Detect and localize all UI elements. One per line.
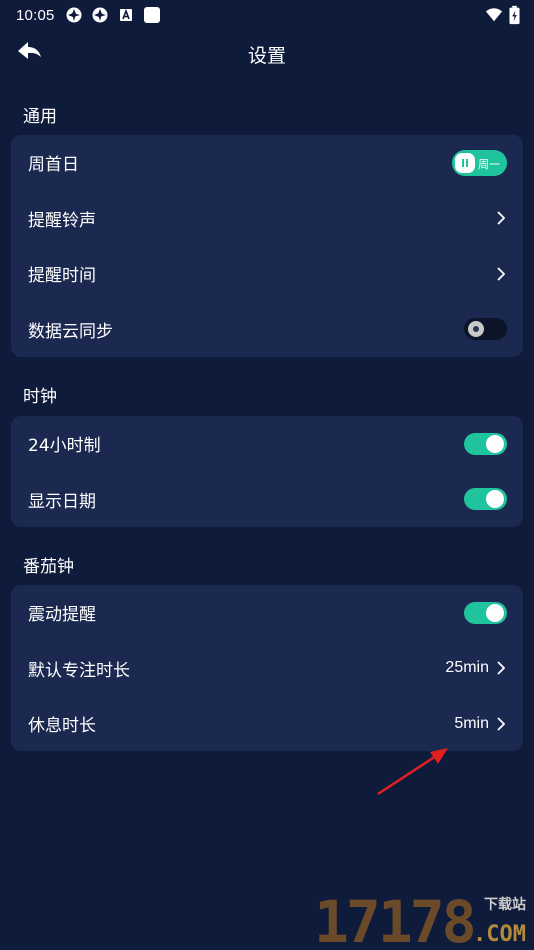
general-settings-card: 周首日 周一 提醒铃声 提醒时间 数据云同步 xyxy=(11,135,523,357)
setting-row-cloud-sync[interactable]: 数据云同步 xyxy=(11,302,523,358)
section-title-clock: 时钟 xyxy=(23,387,57,407)
setting-row-focus-duration[interactable]: 默认专注时长 25min xyxy=(11,641,523,697)
24-hour-toggle[interactable] xyxy=(464,432,507,455)
watermark-digits: 17178 xyxy=(314,888,477,950)
watermark: 17178 下载站 .COM xyxy=(310,886,534,950)
setting-label: 提醒铃声 xyxy=(28,210,96,231)
toggle-knob xyxy=(486,434,504,453)
pomodoro-settings-card: 震动提醒 默认专注时长 25min 休息时长 5min xyxy=(11,585,523,751)
week-start-toggle[interactable]: 周一 xyxy=(452,149,507,176)
setting-row-24-hour[interactable]: 24小时制 xyxy=(11,416,523,472)
setting-row-reminder-time[interactable]: 提醒时间 xyxy=(11,246,523,302)
chevron-right-icon xyxy=(497,661,506,675)
status-notification-icons xyxy=(65,6,161,24)
toggle-knob xyxy=(455,152,475,173)
chevron-right-icon xyxy=(497,267,506,281)
setting-label: 休息时长 xyxy=(28,716,96,737)
cloud-sync-toggle[interactable] xyxy=(464,318,507,341)
setting-label: 震动提醒 xyxy=(28,605,96,626)
setting-row-week-start[interactable]: 周首日 周一 xyxy=(11,135,523,191)
header: 设置 xyxy=(0,30,534,76)
app-icon xyxy=(92,7,108,23)
setting-row-vibration[interactable]: 震动提醒 xyxy=(11,585,523,641)
watermark-site: 下载站 xyxy=(484,897,526,913)
a-icon xyxy=(119,8,132,21)
status-time: 10:05 xyxy=(16,6,55,24)
setting-label: 提醒时间 xyxy=(28,266,96,287)
toggle-knob xyxy=(468,321,484,338)
setting-label: 默认专注时长 xyxy=(28,660,130,681)
setting-label: 24小时制 xyxy=(28,436,101,457)
focus-duration-value: 25min xyxy=(445,659,489,677)
setting-label: 数据云同步 xyxy=(28,321,113,342)
setting-label: 显示日期 xyxy=(28,491,96,512)
show-date-toggle[interactable] xyxy=(464,488,507,511)
section-title-general: 通用 xyxy=(23,107,57,127)
page-title: 设置 xyxy=(247,45,286,67)
clock-settings-card: 24小时制 显示日期 xyxy=(11,416,523,527)
section-title-pomodoro: 番茄钟 xyxy=(23,557,74,577)
chevron-right-icon xyxy=(497,211,506,225)
chevron-right-icon xyxy=(497,717,506,731)
annotation-arrow-icon xyxy=(377,748,448,796)
square-icon xyxy=(143,7,160,23)
status-system-icons xyxy=(485,5,520,25)
week-start-value: 周一 xyxy=(478,157,500,171)
setting-row-show-date[interactable]: 显示日期 xyxy=(11,472,523,528)
break-duration-value: 5min xyxy=(454,714,489,732)
battery-icon xyxy=(509,5,520,25)
toggle-knob xyxy=(486,603,504,622)
setting-label: 周首日 xyxy=(28,155,79,176)
setting-row-reminder-ringtone[interactable]: 提醒铃声 xyxy=(11,191,523,247)
wifi-icon xyxy=(485,8,503,22)
vibration-toggle[interactable] xyxy=(464,601,507,624)
status-bar: 10:05 xyxy=(0,0,534,30)
toggle-knob xyxy=(486,490,504,509)
watermark-com: .COM xyxy=(473,922,526,947)
app-icon xyxy=(66,7,82,23)
